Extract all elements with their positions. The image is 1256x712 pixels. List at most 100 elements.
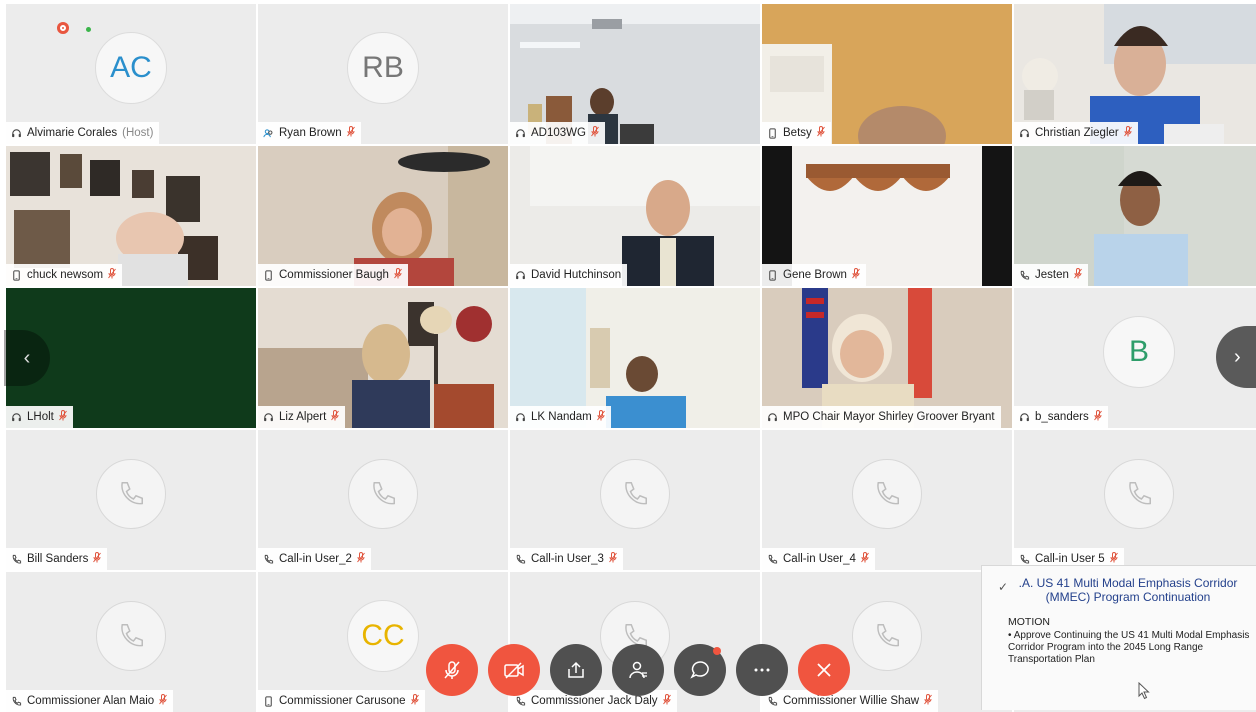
video-off-icon — [502, 659, 526, 681]
headset-icon — [515, 128, 526, 139]
phone-icon — [263, 554, 274, 565]
connection-status-icon — [86, 27, 91, 32]
share-button[interactable] — [550, 644, 602, 696]
avatar: CC — [347, 600, 419, 672]
headset-icon — [515, 270, 526, 281]
participant-name: Call-in User_4 — [783, 553, 856, 565]
phone-icon — [515, 696, 526, 707]
avatar: B — [1103, 316, 1175, 388]
phone-icon — [1019, 270, 1030, 281]
participant-tile[interactable]: Call-in User 5 — [1014, 430, 1256, 570]
participant-name: Liz Alpert — [279, 411, 327, 423]
headset-icon — [263, 412, 274, 423]
microphone-muted-button[interactable] — [426, 644, 478, 696]
participant-name: Ryan Brown — [279, 127, 342, 139]
muted-microphone-icon — [1109, 552, 1118, 566]
participant-name: Betsy — [783, 127, 812, 139]
phone-icon — [515, 554, 526, 565]
agenda-bullet-text: Approve Continuing the US 41 Multi Modal… — [1008, 630, 1250, 665]
phone-avatar-icon — [96, 601, 166, 671]
muted-microphone-icon — [394, 268, 402, 282]
participant-tile[interactable]: Liz Alpert — [258, 288, 508, 428]
participant-tile[interactable]: Commissioner Alan Maio — [6, 572, 256, 712]
participant-tile[interactable]: Christian Ziegler — [1014, 4, 1256, 144]
phone-avatar-icon — [96, 459, 166, 529]
participant-name: Gene Brown — [783, 269, 847, 281]
phone-icon — [767, 554, 778, 565]
muted-microphone-icon — [816, 126, 825, 140]
muted-microphone-icon — [159, 694, 168, 708]
mobile-icon — [11, 269, 22, 281]
participant-name: Alvimarie Corales — [27, 127, 118, 139]
participant-name: AD103WG — [531, 127, 586, 139]
end-call-icon — [813, 659, 835, 681]
more-icon — [751, 659, 773, 681]
participant-label: Call-in User_3 — [510, 548, 623, 570]
notification-badge — [713, 647, 721, 655]
muted-microphone-icon — [591, 126, 599, 140]
participant-tile[interactable]: Call-in User_4 — [762, 430, 1012, 570]
muted-microphone-icon — [924, 694, 933, 708]
participant-label: LK Nandam — [510, 406, 611, 428]
participant-name: Call-in User_3 — [531, 553, 604, 565]
participant-tile[interactable]: Jesten — [1014, 146, 1256, 286]
participant-label: David Hutchinson — [510, 264, 628, 286]
chat-icon — [689, 659, 711, 681]
participant-tile[interactable]: LK Nandam — [510, 288, 760, 428]
participant-tile[interactable]: Commissioner Baugh — [258, 146, 508, 286]
participant-tile[interactable]: MPO Chair Mayor Shirley Groover Bryant — [762, 288, 1012, 428]
avatar: RB — [347, 32, 419, 104]
agenda-panel: ✓ .A. US 41 Multi Modal Emphasis Corrido… — [981, 565, 1256, 710]
muted-microphone-icon — [1093, 410, 1102, 424]
muted-microphone-icon — [356, 552, 365, 566]
phone-icon — [11, 554, 22, 565]
phone-avatar-icon — [600, 459, 670, 529]
headset-icon — [11, 128, 22, 139]
chevron-left-icon: ‹ — [23, 346, 31, 369]
avatar: AC — [95, 32, 167, 104]
mobile-icon — [263, 695, 274, 707]
agenda-item-title: .A. US 41 Multi Modal Emphasis Corridor … — [1018, 576, 1238, 604]
participant-tile[interactable]: Bill Sanders — [6, 430, 256, 570]
participant-tile[interactable]: Betsy — [762, 4, 1012, 144]
participant-name: Call-in User_2 — [279, 553, 352, 565]
more-button[interactable] — [736, 644, 788, 696]
chat-button[interactable] — [674, 644, 726, 696]
muted-microphone-icon — [410, 694, 419, 708]
participants-button[interactable] — [612, 644, 664, 696]
end-call-button[interactable] — [798, 644, 850, 696]
phone-avatar-icon — [852, 601, 922, 671]
participant-label: chuck newsom — [6, 264, 123, 286]
participant-name: Commissioner Alan Maio — [27, 695, 155, 707]
muted-microphone-icon — [860, 552, 869, 566]
muted-microphone-icon — [852, 268, 860, 282]
share-icon — [565, 659, 587, 681]
participant-name: Call-in User 5 — [1035, 553, 1105, 565]
participant-label: Gene Brown — [762, 264, 866, 286]
participant-tile[interactable]: David Hutchinson — [510, 146, 760, 286]
participant-label: Ryan Brown — [258, 122, 361, 144]
participant-label: AD103WG — [510, 122, 605, 144]
agenda-bullet: • Approve Continuing the US 41 Multi Mod… — [1008, 630, 1250, 665]
participant-tile[interactable]: Gene Brown — [762, 146, 1012, 286]
participant-name: Commissioner Carusone — [279, 695, 406, 707]
participant-tile[interactable]: RB Ryan Brown — [258, 4, 508, 144]
participant-label: MPO Chair Mayor Shirley Groover Bryant — [762, 406, 1001, 428]
participant-tile[interactable]: Call-in User_3 — [510, 430, 760, 570]
video-off-button[interactable] — [488, 644, 540, 696]
headset-icon — [11, 412, 22, 423]
participant-name: chuck newsom — [27, 269, 104, 281]
participant-name: Jesten — [1035, 269, 1069, 281]
microphone-muted-icon — [441, 659, 463, 681]
host-tag: (Host) — [122, 127, 154, 139]
headset-icon — [767, 412, 778, 423]
participant-tile[interactable]: AC Alvimarie Corales (Host) — [6, 4, 256, 144]
headset-icon — [1019, 412, 1030, 423]
mobile-icon — [767, 269, 778, 281]
headset-icon — [1019, 128, 1030, 139]
participant-name: LK Nandam — [531, 411, 592, 423]
participant-tile[interactable]: chuck newsom — [6, 146, 256, 286]
participant-name: Commissioner Baugh — [279, 269, 389, 281]
participant-tile[interactable]: Call-in User_2 — [258, 430, 508, 570]
participant-tile[interactable]: AD103WG — [510, 4, 760, 144]
